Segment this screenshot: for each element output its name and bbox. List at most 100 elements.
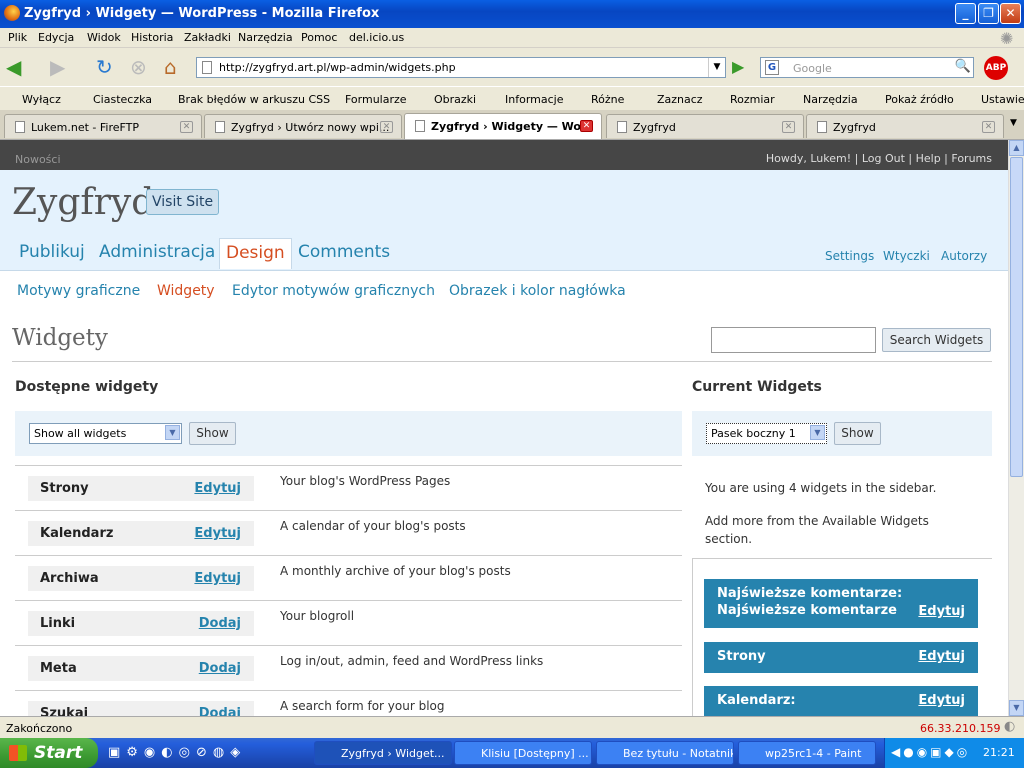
url-bar[interactable]: http://zygfryd.art.pl/wp-admin/widgets.p… [196, 57, 726, 78]
tab-manage[interactable]: Administracja [99, 242, 215, 262]
stop-icon[interactable]: ⊗ [130, 57, 147, 77]
widget-action-link[interactable]: Dodaj [199, 616, 241, 631]
current-sidebar-bar: Pasek boczny 1 ▼ Show [692, 411, 992, 456]
toolbar-options[interactable]: Ustawienia [981, 93, 1024, 106]
menu-file[interactable]: Plik [8, 31, 27, 44]
tab-close-icon[interactable]: ✕ [180, 121, 193, 133]
sub-navigation: Motywy graficzne Widgety Edytor motywów … [0, 270, 1008, 310]
back-icon[interactable]: ◀ [6, 57, 21, 77]
go-icon[interactable]: ▶ [732, 57, 744, 77]
tab-close-icon[interactable]: ✕ [782, 121, 795, 133]
minimize-button[interactable]: _ [955, 3, 976, 24]
current-widget-edit-link[interactable]: Edytuj [918, 649, 965, 664]
toolbar-information[interactable]: Informacje [505, 93, 563, 106]
current-widget[interactable]: Najświeższe komentarze: Najświeższe kome… [704, 579, 978, 628]
subnav-themes[interactable]: Motywy graficzne [17, 283, 140, 299]
toolbar-disable[interactable]: Wyłącz [22, 93, 61, 106]
task-paint[interactable]: wp25rc1-4 - Paint [738, 741, 876, 765]
users-link[interactable]: Autorzy [941, 249, 987, 263]
navigation-toolbar: ◀ ▶ ↻ ⊗ ⌂ http://zygfryd.art.pl/wp-admin… [0, 48, 1024, 86]
toolbar-resize[interactable]: Rozmiar [730, 93, 775, 106]
tab-label: Zygfryd [633, 121, 676, 134]
current-widget-edit-link[interactable]: Edytuj [918, 604, 965, 619]
toolbar-view-source[interactable]: Pokaż źródło [885, 93, 954, 106]
plugins-link[interactable]: Wtyczki [883, 249, 930, 263]
current-widget[interactable]: Kalendarz: Edytuj [704, 686, 978, 716]
widget-action-link[interactable]: Dodaj [199, 706, 241, 716]
menu-edit[interactable]: Edycja [38, 31, 74, 44]
tab-publish[interactable]: Publikuj [19, 242, 85, 262]
tab-comments[interactable]: Comments [298, 242, 390, 262]
toolbar-cookies[interactable]: Ciasteczka [93, 93, 152, 106]
task-firefox[interactable]: Zygfryd › Widget... [314, 741, 452, 765]
tab-fireftp[interactable]: Lukem.net - FireFTP ✕ [4, 114, 202, 138]
subnav-widgets[interactable]: Widgety [157, 283, 215, 299]
menu-view[interactable]: Widok [87, 31, 121, 44]
url-dropdown-icon[interactable]: ▼ [708, 58, 725, 77]
visit-site-button[interactable]: Visit Site [146, 189, 220, 215]
search-widgets-button[interactable]: Search Widgets [882, 328, 991, 352]
toolbar-outline[interactable]: Zaznacz [657, 93, 703, 106]
subnav-header-image[interactable]: Obrazek i kolor nagłówka [449, 283, 626, 299]
maximize-button[interactable]: ❐ [978, 3, 999, 24]
tab-zygfryd-1[interactable]: Zygfryd ✕ [606, 114, 804, 138]
tab-close-icon[interactable]: ✕ [982, 121, 995, 133]
settings-link[interactable]: Settings [825, 249, 874, 263]
close-button[interactable]: ✕ [1000, 3, 1021, 24]
widget-action-link[interactable]: Dodaj [199, 661, 241, 676]
widget-action-link[interactable]: Edytuj [194, 571, 241, 586]
current-widget-edit-link[interactable]: Edytuj [918, 693, 965, 708]
toolbar-tools[interactable]: Narzędzia [803, 93, 858, 106]
widget-search-input[interactable] [711, 327, 876, 353]
tab-new-post[interactable]: Zygfryd › Utwórz nowy wpi... ✕ [204, 114, 402, 138]
adblock-icon[interactable]: ABP [984, 56, 1008, 80]
menu-delicious[interactable]: del.icio.us [349, 31, 404, 44]
widget-name-box: Strony Edytuj [28, 476, 254, 501]
help-link[interactable]: Help [916, 152, 941, 165]
google-icon[interactable]: G [765, 60, 779, 75]
quick-launch-icons[interactable]: ▣⚙◉◐◎⊘◍◈ [108, 745, 246, 760]
task-messenger[interactable]: Klisiu [Dostępny] ... [454, 741, 592, 765]
tab-widgets[interactable]: Zygfryd › Widgety — Wo... ✕ [404, 113, 602, 139]
task-notepad[interactable]: Bez tytułu - Notatnik [596, 741, 734, 765]
logout-link[interactable]: Log Out [862, 152, 905, 165]
current-widget[interactable]: Strony Edytuj [704, 642, 978, 673]
home-icon[interactable]: ⌂ [164, 57, 177, 77]
toolbar-images[interactable]: Obrazki [434, 93, 476, 106]
search-box[interactable]: G Google 🔍 [760, 57, 974, 78]
start-button[interactable]: Start [0, 738, 98, 768]
sidebar-show-button[interactable]: Show [834, 422, 881, 445]
server-ip: 66.33.210.159 [920, 722, 1001, 735]
tab-close-icon[interactable]: ✕ [380, 121, 393, 133]
menu-tools[interactable]: Narzędzia [238, 31, 293, 44]
toolbar-css[interactable]: Brak błędów w arkuszu CSS [178, 93, 330, 106]
page-scrollbar[interactable]: ▲ ▼ [1008, 140, 1024, 716]
scroll-up-icon[interactable]: ▲ [1009, 140, 1024, 156]
page-viewport: Nowości Howdy, Lukem! | Log Out | Help |… [0, 140, 1008, 716]
widget-action-link[interactable]: Edytuj [194, 526, 241, 541]
forward-icon[interactable]: ▶ [50, 57, 65, 77]
forums-link[interactable]: Forums [951, 152, 992, 165]
reload-icon[interactable]: ↻ [96, 57, 113, 77]
window-titlebar[interactable]: Zygfryd › Widgety — WordPress - Mozilla … [0, 0, 1024, 28]
tray-icons[interactable]: ◀●◉▣◆◎ [891, 745, 970, 759]
filter-show-button[interactable]: Show [189, 422, 236, 445]
sidebar-select[interactable]: Pasek boczny 1 ▼ [706, 423, 827, 444]
tab-zygfryd-2[interactable]: Zygfryd ✕ [806, 114, 1004, 138]
news-link[interactable]: Nowości [15, 153, 61, 166]
tab-list-icon[interactable]: ▼ [1010, 118, 1017, 128]
scroll-thumb[interactable] [1010, 157, 1023, 477]
scroll-down-icon[interactable]: ▼ [1009, 700, 1024, 716]
clock: 21:21 [983, 746, 1015, 759]
menu-history[interactable]: Historia [131, 31, 173, 44]
menu-bookmarks[interactable]: Zakładki [184, 31, 231, 44]
widget-filter-select[interactable]: Show all widgets ▼ [29, 423, 182, 444]
toolbar-misc[interactable]: Różne [591, 93, 624, 106]
search-magnifier-icon[interactable]: 🔍 [955, 59, 971, 74]
tab-close-icon[interactable]: ✕ [580, 120, 593, 132]
widget-action-link[interactable]: Edytuj [194, 481, 241, 496]
tab-design[interactable]: Design [219, 238, 292, 269]
subnav-theme-editor[interactable]: Edytor motywów graficznych [232, 283, 435, 299]
toolbar-forms[interactable]: Formularze [345, 93, 407, 106]
menu-help[interactable]: Pomoc [301, 31, 337, 44]
